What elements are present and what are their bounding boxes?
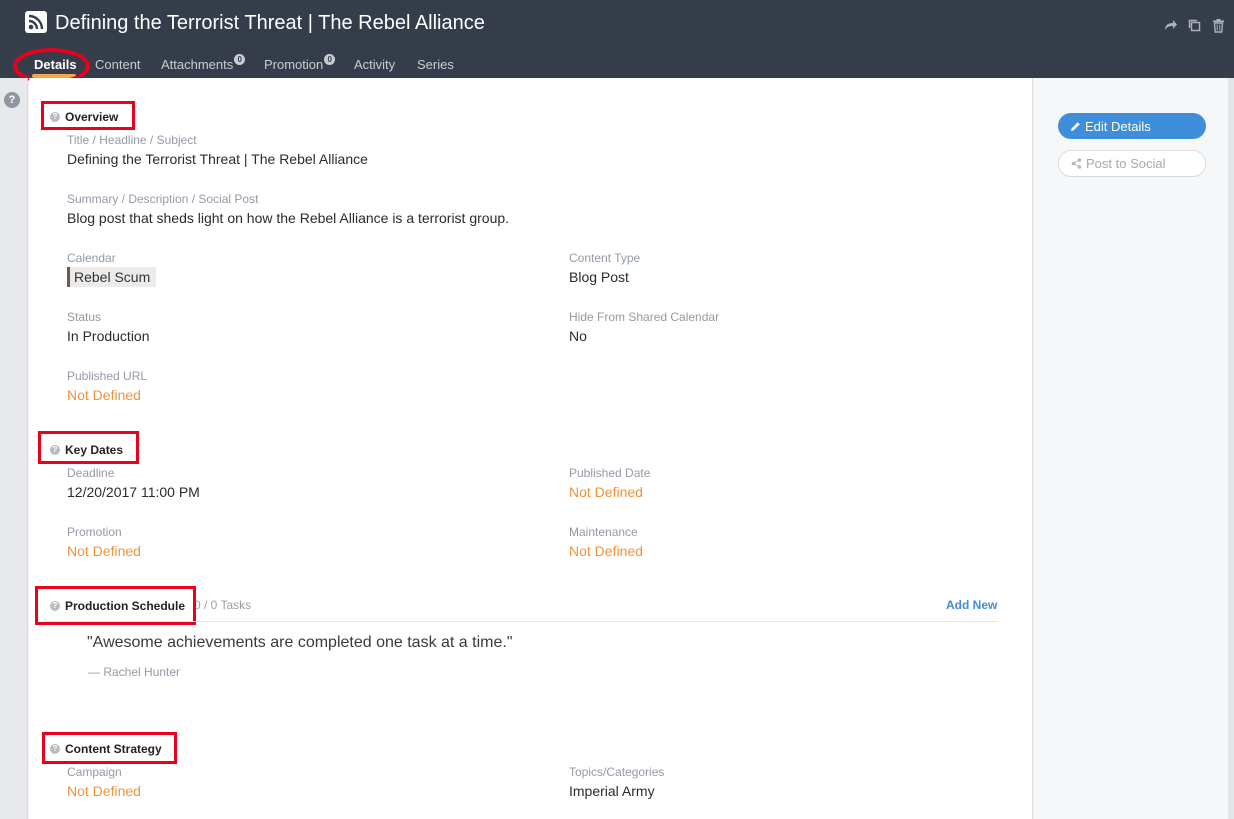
topics-label: Topics/Categories xyxy=(569,765,665,779)
deadline-label: Deadline xyxy=(67,466,115,480)
tab-promotion[interactable]: Promotion 0 xyxy=(264,50,336,80)
share-nodes-icon xyxy=(1071,158,1082,169)
promotion-date-label: Promotion xyxy=(67,525,122,539)
quote-author: — Rachel Hunter xyxy=(88,665,181,679)
production-schedule-highlight xyxy=(35,586,196,625)
calendar-chip: Rebel Scum xyxy=(67,267,157,287)
post-to-social-button[interactable]: Post to Social xyxy=(1058,150,1206,177)
scrollbar[interactable] xyxy=(1228,78,1234,819)
title-label: Title / Headline / Subject xyxy=(67,133,197,147)
overview-highlight xyxy=(41,101,135,130)
key-dates-highlight xyxy=(38,431,139,464)
empty-tasks-quote: "Awesome achievements are completed one … xyxy=(87,634,513,651)
published-url-label: Published URL xyxy=(67,369,148,383)
published-date-value: Not Defined xyxy=(569,484,643,500)
tab-attachments[interactable]: Attachments 0 xyxy=(161,50,246,80)
tasks-count: 0 / 0 Tasks xyxy=(194,598,252,612)
tab-series[interactable]: Series xyxy=(417,50,454,80)
summary-value: Blog post that sheds light on how the Re… xyxy=(67,210,510,226)
maintenance-label: Maintenance xyxy=(569,525,638,539)
calendar-label: Calendar xyxy=(67,251,116,265)
content-strategy-highlight xyxy=(42,732,177,764)
section-divider xyxy=(45,621,998,622)
page-title: Defining the Terrorist Threat | The Rebe… xyxy=(55,12,485,34)
pencil-icon xyxy=(1070,121,1081,132)
details-panel xyxy=(29,78,1033,819)
content-type-value: Blog Post xyxy=(569,269,629,285)
hide-calendar-value: No xyxy=(569,328,587,344)
attachments-badge: 0 xyxy=(234,54,246,65)
help-icon[interactable]: ? xyxy=(4,92,20,108)
tab-activity[interactable]: Activity xyxy=(354,50,395,80)
rss-icon xyxy=(25,11,47,33)
campaign-value: Not Defined xyxy=(67,783,141,799)
hide-calendar-label: Hide From Shared Calendar xyxy=(569,310,720,324)
action-sidebar xyxy=(1034,78,1228,819)
deadline-value: 12/20/2017 11:00 PM xyxy=(67,484,200,500)
campaign-label: Campaign xyxy=(67,765,122,779)
maintenance-value: Not Defined xyxy=(569,543,643,559)
tab-content[interactable]: Content xyxy=(95,50,141,80)
summary-label: Summary / Description / Social Post xyxy=(67,192,259,206)
share-icon[interactable] xyxy=(1163,18,1178,33)
left-strip xyxy=(0,78,28,819)
header-actions xyxy=(1163,18,1226,33)
published-url-value: Not Defined xyxy=(67,387,141,403)
title-value: Defining the Terrorist Threat | The Rebe… xyxy=(67,151,368,167)
content-type-label: Content Type xyxy=(569,251,641,265)
trash-icon[interactable] xyxy=(1211,18,1226,33)
topics-value: Imperial Army xyxy=(569,783,655,799)
published-date-label: Published Date xyxy=(569,466,651,480)
status-value: In Production xyxy=(67,328,150,344)
promotion-badge: 0 xyxy=(324,54,336,65)
copy-icon[interactable] xyxy=(1187,18,1202,33)
edit-details-button[interactable]: Edit Details xyxy=(1058,113,1206,139)
promotion-date-value: Not Defined xyxy=(67,543,141,559)
status-label: Status xyxy=(67,310,102,324)
add-new-task-link[interactable]: Add New xyxy=(946,598,997,612)
